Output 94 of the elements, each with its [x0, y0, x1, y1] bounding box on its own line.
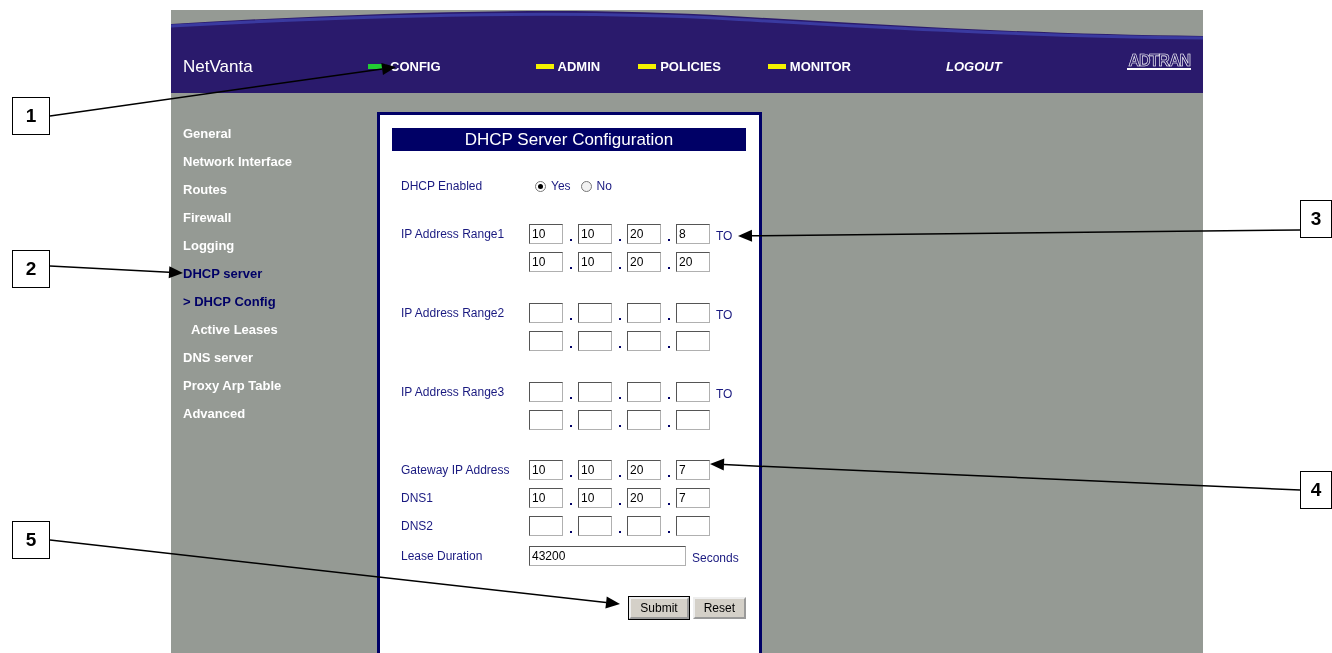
octet-field[interactable] [578, 303, 612, 323]
field-label: DHCP Enabled [401, 179, 484, 193]
field-label: Gateway IP Address [401, 463, 511, 477]
octet-field[interactable] [627, 303, 661, 323]
nav-link[interactable]: POLICIES [638, 59, 721, 74]
octet-field[interactable] [578, 410, 612, 430]
logout-link[interactable]: LOGOUT [946, 59, 1002, 74]
callout-number: 5 [12, 521, 50, 559]
octet-field[interactable]: 20 [627, 460, 661, 480]
submit-button[interactable]: Submit [629, 597, 689, 619]
dot-separator-icon [618, 503, 621, 505]
range-to-label: TO [716, 387, 733, 401]
octet-field[interactable]: 7 [676, 488, 710, 508]
dot-separator-icon [618, 397, 621, 399]
dot-separator-icon [618, 425, 621, 427]
dot-separator-icon [667, 397, 670, 399]
octet-field[interactable]: 20 [676, 252, 710, 272]
octet-field[interactable] [627, 516, 661, 536]
octet-field[interactable] [529, 516, 563, 536]
sidebar-subitem[interactable]: > DHCP Config [183, 288, 276, 316]
dot-separator-icon [618, 346, 621, 348]
dot-separator-icon [618, 475, 621, 477]
field-label: DNS1 [401, 491, 434, 505]
octet-field[interactable]: 20 [627, 488, 661, 508]
range-to-label: TO [716, 308, 733, 322]
radio-option[interactable]: No [580, 179, 612, 193]
dot-separator-icon [667, 503, 670, 505]
octet-field[interactable]: 7 [676, 460, 710, 480]
dot-separator-icon [569, 475, 572, 477]
dot-separator-icon [667, 346, 670, 348]
octet-field[interactable] [627, 382, 661, 402]
octet-field[interactable] [676, 303, 710, 323]
octet-field[interactable]: 20 [627, 224, 661, 244]
dot-separator-icon [569, 503, 572, 505]
octet-field[interactable]: 10 [529, 252, 563, 272]
octet-field[interactable] [529, 410, 563, 430]
dot-separator-icon [569, 318, 572, 320]
sidebar-item[interactable]: DHCP server [183, 260, 263, 288]
octet-field[interactable]: 8 [676, 224, 710, 244]
octet-field[interactable] [578, 331, 612, 351]
dot-separator-icon [569, 425, 572, 427]
dot-separator-icon [569, 239, 572, 241]
octet-field[interactable]: 10 [578, 460, 612, 480]
callout-number: 1 [12, 97, 50, 135]
field-label: IP Address Range1 [401, 227, 506, 241]
field-label: Lease Duration [401, 549, 484, 563]
field-label: DNS2 [401, 519, 434, 533]
dot-separator-icon [618, 239, 621, 241]
octet-field[interactable] [627, 410, 661, 430]
brand-name: NetVanta [183, 56, 254, 77]
lease-duration-field[interactable]: 43200 [529, 546, 686, 566]
nav-link[interactable]: ADMIN [535, 59, 601, 74]
octet-field[interactable] [578, 516, 612, 536]
dot-separator-icon [667, 425, 670, 427]
callout-number: 4 [1300, 471, 1332, 509]
field-label: IP Address Range2 [401, 306, 506, 320]
octet-field[interactable] [529, 382, 563, 402]
octet-field[interactable]: 10 [578, 488, 612, 508]
octet-field[interactable] [676, 410, 710, 430]
dot-separator-icon [667, 475, 670, 477]
dot-separator-icon [667, 531, 670, 533]
octet-field[interactable] [676, 331, 710, 351]
octet-field[interactable]: 10 [578, 224, 612, 244]
dot-separator-icon [569, 267, 572, 269]
unit-label: Seconds [692, 551, 739, 565]
callout-number: 3 [1300, 200, 1332, 238]
octet-field[interactable]: 20 [627, 252, 661, 272]
range-to-label: TO [716, 229, 733, 243]
dot-separator-icon [569, 397, 572, 399]
octet-field[interactable]: 10 [529, 460, 563, 480]
octet-field[interactable] [529, 331, 563, 351]
field-label: IP Address Range3 [401, 385, 506, 399]
dot-separator-icon [569, 346, 572, 348]
octet-field[interactable] [676, 382, 710, 402]
octet-field[interactable]: 10 [529, 488, 563, 508]
radio-option[interactable]: Yes [535, 179, 571, 193]
dot-separator-icon [569, 531, 572, 533]
octet-field[interactable]: 10 [529, 224, 563, 244]
dot-separator-icon [618, 318, 621, 320]
octet-field[interactable] [676, 516, 710, 536]
callout-number: 2 [12, 250, 50, 288]
panel-title: DHCP Server Configuration [392, 128, 746, 151]
dot-separator-icon [618, 531, 621, 533]
dot-separator-icon [667, 267, 670, 269]
dot-separator-icon [618, 267, 621, 269]
reset-button[interactable]: Reset [692, 597, 746, 619]
octet-field[interactable]: 10 [578, 252, 612, 272]
nav-link[interactable]: MONITOR [767, 59, 851, 74]
logo: ADTRAN [1127, 53, 1191, 70]
dot-separator-icon [667, 239, 670, 241]
dot-separator-icon [667, 318, 670, 320]
octet-field[interactable] [529, 303, 563, 323]
octet-field[interactable] [627, 331, 661, 351]
octet-field[interactable] [578, 382, 612, 402]
